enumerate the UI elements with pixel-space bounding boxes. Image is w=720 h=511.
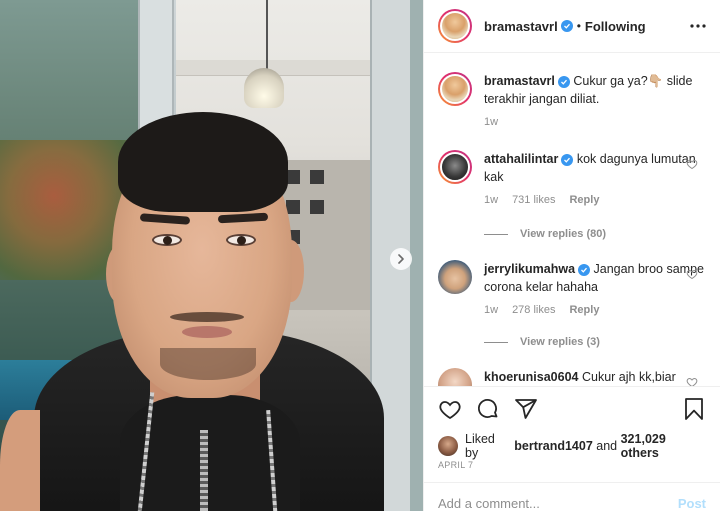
likes-prefix: Liked by (465, 432, 495, 460)
header-separator: • (576, 19, 581, 33)
photo-right-strip (410, 0, 423, 511)
commenter-avatar[interactable] (438, 368, 472, 386)
reply-button[interactable]: Reply (569, 304, 599, 316)
post-panel: bramastavrl • Following bramastavrl Cuku… (423, 0, 720, 511)
post-header: bramastavrl • Following (424, 0, 720, 53)
post-caption: bramastavrl Cukur ga ya?👇🏼 slide terakhi… (438, 72, 706, 128)
comment-item: jerrylikumahwa Jangan broo sampe corona … (438, 260, 706, 316)
likes-others-count[interactable]: 321,029 others (621, 432, 706, 460)
comment-time: 1w (484, 304, 499, 316)
comment-username[interactable]: jerrylikumahwa (484, 262, 575, 276)
reply-button[interactable]: Reply (569, 194, 599, 206)
person-eye-left (152, 234, 182, 246)
comment-username[interactable]: attahalilintar (484, 152, 558, 166)
photo-lamp-cord (266, 0, 268, 70)
liker-avatar[interactable] (438, 436, 458, 456)
next-slide-chevron-icon (398, 254, 404, 264)
comment-like-heart-icon[interactable] (686, 376, 698, 386)
commenter-avatar[interactable] (438, 260, 472, 294)
person-hair (118, 112, 288, 212)
likes-and: and (596, 439, 618, 453)
view-replies-label: View replies (80) (520, 228, 607, 240)
heart-icon[interactable] (438, 397, 462, 421)
comments-list[interactable]: bramastavrl Cukur ga ya?👇🏼 slide terakhi… (424, 54, 720, 386)
author-username[interactable]: bramastavrl (484, 19, 558, 34)
following-button[interactable]: Following (585, 19, 646, 34)
verified-badge-icon (578, 264, 591, 276)
verified-badge-icon (557, 76, 570, 88)
next-slide-button[interactable] (390, 248, 412, 270)
person-zipper (200, 430, 208, 511)
comment-icon[interactable] (476, 397, 500, 421)
liker-username[interactable]: bertrand1407 (514, 439, 593, 453)
comment-like-heart-icon[interactable] (686, 158, 698, 170)
share-icon[interactable] (514, 397, 538, 421)
caption-username[interactable]: bramastavrl (484, 74, 555, 88)
photo-lamp (244, 68, 284, 108)
person-mouth (182, 326, 232, 338)
view-replies-label: View replies (3) (520, 336, 600, 348)
comment-likes[interactable]: 278 likes (512, 304, 555, 316)
author-avatar[interactable] (438, 9, 472, 43)
caption-time: 1w (484, 116, 499, 128)
bookmark-icon[interactable] (682, 397, 706, 421)
post-comment-button[interactable]: Post (678, 484, 706, 511)
person-arm (0, 410, 40, 511)
comment-item: khoerunisa0604 Cukur ajh kk,biar (438, 368, 706, 386)
comment-text: Cukur ajh kk,biar (581, 370, 676, 384)
replies-divider (484, 233, 508, 235)
comment-item: attahalilintar kok dagunya lumutan kak 1… (438, 150, 706, 206)
verified-badge-icon (561, 154, 574, 166)
person-beard (160, 348, 256, 380)
add-comment-input[interactable] (438, 483, 678, 511)
person-mustache (170, 312, 244, 322)
likes-line: Liked by bertrand1407 and 321,029 others (438, 432, 706, 460)
replies-divider (484, 341, 508, 343)
comment-like-heart-icon[interactable] (686, 268, 698, 280)
comment-username[interactable]: khoerunisa0604 (484, 370, 579, 384)
commenter-avatar[interactable] (438, 150, 472, 184)
post-photo[interactable] (0, 0, 423, 511)
post-date[interactable]: APRIL 7 (438, 460, 473, 470)
view-replies-button[interactable]: View replies (80) (484, 228, 606, 240)
person-eye-right (226, 234, 256, 246)
post-actions-bar (424, 386, 720, 430)
view-replies-button[interactable]: View replies (3) (484, 336, 600, 348)
more-options-icon[interactable] (690, 18, 706, 34)
verified-badge-icon (560, 20, 573, 32)
comment-likes[interactable]: 731 likes (512, 194, 555, 206)
comment-bar: Post (424, 482, 720, 511)
comment-time: 1w (484, 194, 499, 206)
author-avatar[interactable] (438, 72, 472, 106)
